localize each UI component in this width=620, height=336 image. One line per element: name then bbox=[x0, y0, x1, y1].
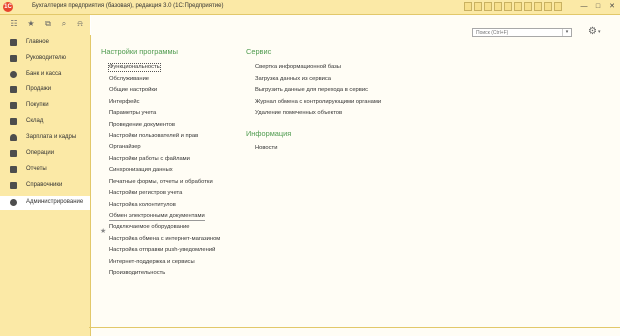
link-print-forms[interactable]: Печатные формы, отчеты и обработки bbox=[109, 179, 213, 186]
chart-icon bbox=[10, 55, 17, 62]
sidebar-item-manager[interactable]: Руководителю bbox=[0, 52, 90, 66]
sidebar-item-bank[interactable]: Банк и касса bbox=[0, 68, 90, 82]
link-news[interactable]: Новости bbox=[255, 145, 277, 152]
bottom-border bbox=[89, 327, 620, 328]
link-regulatory-exchange-log[interactable]: Журнал обмена с контролирующими органами bbox=[255, 99, 381, 106]
app-logo-icon: 1С bbox=[3, 2, 13, 12]
link-online-store-exchange[interactable]: Настройка обмена с интернет-магазином bbox=[109, 236, 220, 243]
link-interface[interactable]: Интерфейс bbox=[109, 99, 140, 106]
title-tool-button[interactable] bbox=[514, 2, 522, 11]
bank-icon bbox=[10, 71, 17, 78]
apps-grid-icon[interactable]: ☷ bbox=[9, 19, 19, 29]
link-functionality[interactable]: Функциональность bbox=[108, 63, 161, 72]
sidebar-item-reports[interactable]: Отчеты bbox=[0, 163, 90, 177]
favorite-star-icon[interactable]: ★ bbox=[100, 227, 106, 235]
link-push-notifications[interactable]: Настройка отправки push-уведомлений bbox=[109, 247, 215, 254]
person-icon bbox=[10, 134, 17, 141]
sidebar-item-label: Склад bbox=[26, 118, 44, 124]
link-maintenance[interactable]: Обслуживание bbox=[109, 76, 149, 83]
title-tool-button[interactable] bbox=[494, 2, 502, 11]
sidebar-item-sales[interactable]: Продажи bbox=[0, 83, 90, 97]
sidebar-item-label: Банк и касса bbox=[26, 71, 62, 77]
sidebar-item-label: Справочники bbox=[26, 182, 63, 188]
gear-icon bbox=[10, 199, 17, 206]
search-input[interactable] bbox=[474, 29, 564, 36]
book-icon bbox=[10, 182, 17, 189]
sidebar-item-label: Покупки bbox=[26, 102, 49, 108]
sidebar-item-label: Зарплата и кадры bbox=[26, 134, 77, 140]
sidebar-item-payroll[interactable]: Зарплата и кадры bbox=[0, 131, 90, 145]
sidebar-item-label: Руководителю bbox=[26, 55, 67, 61]
reports-icon bbox=[10, 166, 17, 173]
title-tool-button[interactable] bbox=[484, 2, 492, 11]
top-toolbar: ☷ ★ ⧉ ⌕ ⍾ bbox=[0, 15, 90, 35]
chevron-down-icon[interactable]: ▾ bbox=[598, 29, 601, 35]
link-export-to-service[interactable]: Выгрузить данные для перехода в сервис bbox=[255, 87, 368, 94]
title-bar: 1С Бухгалтерия предприятия (базовая), ре… bbox=[0, 0, 620, 15]
sidebar-item-label: Администрирование bbox=[26, 199, 84, 205]
link-delete-marked-objects[interactable]: Удаление помеченных объектов bbox=[255, 110, 342, 117]
section-title-program-settings: Настройки программы bbox=[101, 47, 178, 56]
sales-icon bbox=[10, 86, 17, 93]
application-window: 1С Бухгалтерия предприятия (базовая), ре… bbox=[0, 0, 620, 336]
sidebar-item-purchases[interactable]: Покупки bbox=[0, 99, 90, 113]
link-file-settings[interactable]: Настройки работы с файлами bbox=[109, 156, 190, 163]
title-tool-button[interactable] bbox=[474, 2, 482, 11]
link-general-settings[interactable]: Общие настройки bbox=[109, 87, 157, 94]
warehouse-icon bbox=[10, 118, 17, 125]
menu-icon bbox=[10, 39, 17, 46]
title-toolbar bbox=[464, 2, 562, 11]
search-box: ▾ bbox=[472, 28, 572, 37]
minimize-icon[interactable]: — bbox=[578, 1, 590, 12]
main-panel: ▾ ⚙ ▾ Настройки программы ★ Функциональн… bbox=[91, 15, 620, 336]
window-controls: — □ ✕ bbox=[578, 1, 618, 12]
link-accounting-parameters[interactable]: Параметры учета bbox=[109, 110, 156, 117]
sidebar-item-label: Главное bbox=[26, 39, 49, 45]
link-headers-footers[interactable]: Настройка колонтитулов bbox=[109, 202, 176, 209]
search-icon[interactable]: ⌕ bbox=[59, 19, 69, 29]
link-internet-support[interactable]: Интернет-поддержка и сервисы bbox=[109, 259, 195, 266]
link-register-settings[interactable]: Настройки регистров учета bbox=[109, 190, 182, 197]
link-infobase-collapse[interactable]: Свертка информационной базы bbox=[255, 64, 341, 71]
window-title: Бухгалтерия предприятия (базовая), редак… bbox=[32, 3, 224, 9]
bell-icon[interactable]: ⍾ bbox=[75, 19, 85, 29]
sidebar-item-administration[interactable]: Администрирование bbox=[0, 196, 90, 210]
section-title-service: Сервис bbox=[246, 47, 272, 56]
title-tool-button[interactable] bbox=[544, 2, 552, 11]
title-tool-button[interactable] bbox=[524, 2, 532, 11]
link-performance[interactable]: Производительность bbox=[109, 270, 165, 277]
chevron-down-icon[interactable]: ▾ bbox=[562, 29, 571, 36]
cart-icon bbox=[10, 102, 17, 109]
star-icon[interactable]: ★ bbox=[26, 19, 36, 29]
link-document-posting[interactable]: Проведение документов bbox=[109, 122, 175, 129]
sidebar-item-label: Продажи bbox=[26, 86, 52, 92]
link-connected-equipment[interactable]: Подключаемое оборудование bbox=[109, 224, 190, 231]
title-tool-button[interactable] bbox=[504, 2, 512, 11]
title-tool-button[interactable] bbox=[534, 2, 542, 11]
sidebar-item-warehouse[interactable]: Склад bbox=[0, 115, 90, 129]
sidebar-item-main[interactable]: Главное bbox=[0, 36, 90, 50]
sidebar-item-label: Отчеты bbox=[26, 166, 47, 172]
settings-icon[interactable]: ⚙ bbox=[588, 26, 597, 38]
sidebar-item-catalogs[interactable]: Справочники bbox=[0, 179, 90, 193]
title-tool-button[interactable] bbox=[554, 2, 562, 11]
link-load-from-service[interactable]: Загрузка данных из сервиса bbox=[255, 76, 331, 83]
sidebar-item-label: Операции bbox=[26, 150, 55, 156]
maximize-icon[interactable]: □ bbox=[592, 1, 604, 12]
title-tool-button[interactable] bbox=[464, 2, 472, 11]
link-edi-exchange[interactable]: Обмен электронными документами bbox=[109, 213, 205, 221]
sidebar-item-operations[interactable]: Операции bbox=[0, 147, 90, 161]
link-data-sync[interactable]: Синхронизация данных bbox=[109, 167, 173, 174]
history-icon[interactable]: ⧉ bbox=[43, 19, 53, 29]
link-users-and-rights[interactable]: Настройки пользователей и прав bbox=[109, 133, 198, 140]
section-title-information: Информация bbox=[246, 129, 292, 138]
link-organizer[interactable]: Органайзер bbox=[109, 144, 141, 151]
operations-icon bbox=[10, 150, 17, 157]
close-icon[interactable]: ✕ bbox=[606, 1, 618, 12]
sidebar: Главное Руководителю Банк и касса Продаж… bbox=[0, 35, 91, 336]
